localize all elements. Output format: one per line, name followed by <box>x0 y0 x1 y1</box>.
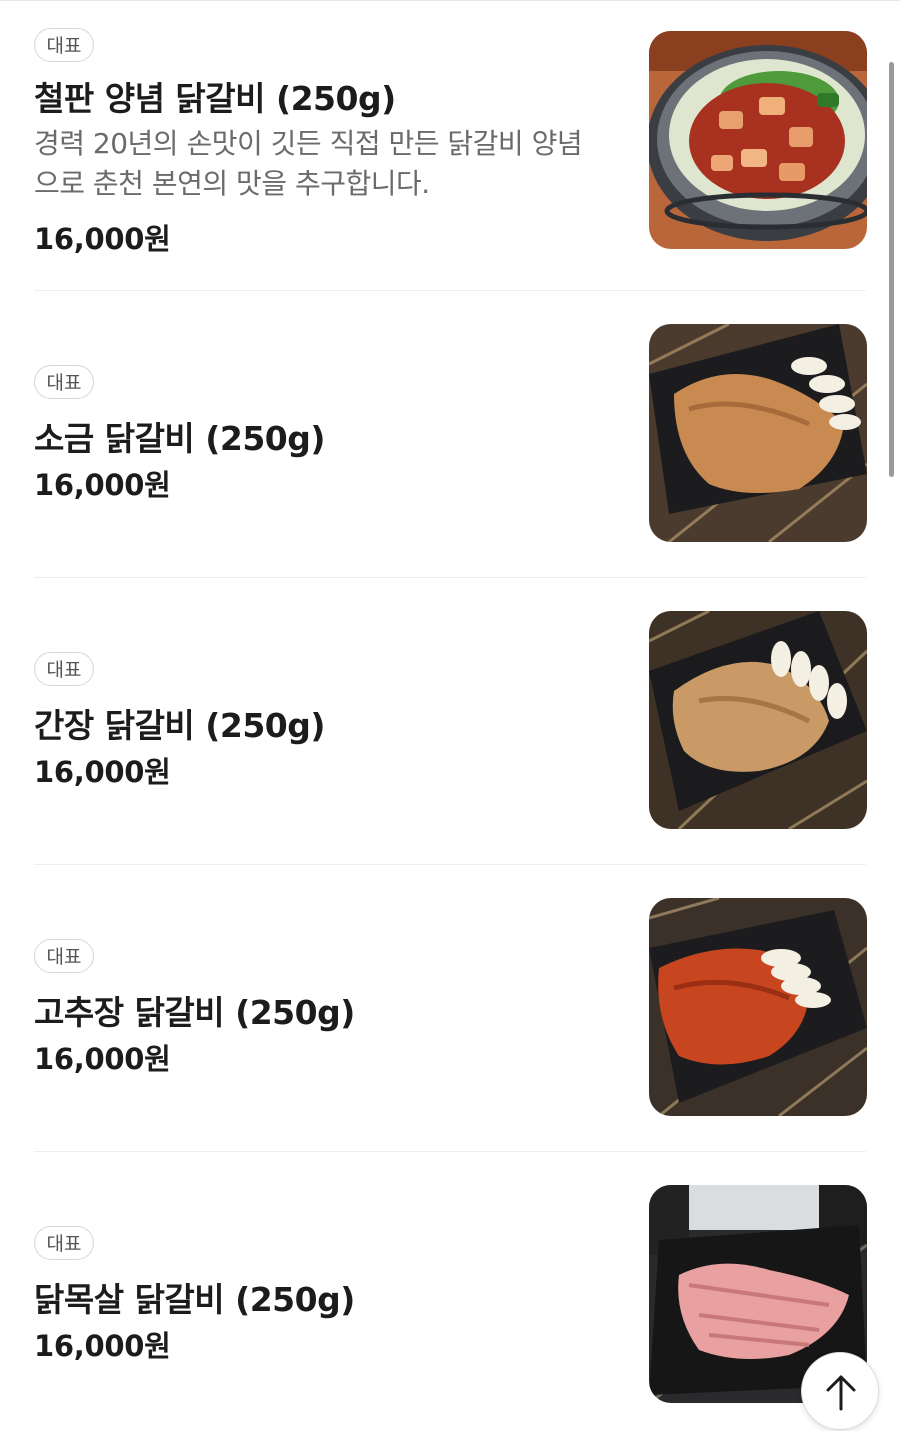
menu-divider <box>34 1151 866 1152</box>
menu-item-price: 16,000원 <box>34 1042 171 1076</box>
menu-item-description-line: 으로 춘천 본연의 맛을 추구합니다. <box>34 167 430 200</box>
food-photo-illustration <box>649 898 867 1116</box>
menu-item-name: 간장 닭갈비 (250g) <box>34 706 325 745</box>
menu-item-price: 16,000원 <box>34 222 171 256</box>
menu-item-description-line: 경력 20년의 손맛이 깃든 직접 만든 닭갈비 양념 <box>34 127 583 160</box>
food-photo-illustration <box>649 31 867 249</box>
menu-item[interactable]: 대표 철판 양념 닭갈비 (250g) 경력 20년의 손맛이 깃든 직접 만든… <box>34 28 867 258</box>
menu-item-name: 철판 양념 닭갈비 (250g) <box>34 79 396 118</box>
soy-dakgalbi-photo[interactable] <box>649 611 867 829</box>
food-photo-illustration <box>649 324 867 542</box>
scrollbar-thumb[interactable] <box>889 62 894 477</box>
spicy-dakgalbi-photo[interactable] <box>649 31 867 249</box>
menu-item-price: 16,000원 <box>34 755 171 789</box>
top-divider <box>0 0 900 1</box>
menu-item-price: 16,000원 <box>34 1329 171 1363</box>
signature-badge: 대표 <box>34 939 94 973</box>
arrow-up-icon <box>826 1375 856 1411</box>
menu-item-name: 닭목살 닭갈비 (250g) <box>34 1280 355 1319</box>
menu-item[interactable]: 대표 간장 닭갈비 (250g) 16,000원 <box>34 609 867 831</box>
menu-item-name: 소금 닭갈비 (250g) <box>34 419 325 458</box>
signature-badge: 대표 <box>34 365 94 399</box>
signature-badge: 대표 <box>34 28 94 62</box>
menu-item[interactable]: 대표 고추장 닭갈비 (250g) 16,000원 <box>34 896 867 1118</box>
food-photo-illustration <box>649 611 867 829</box>
menu-divider <box>34 864 866 865</box>
gochujang-dakgalbi-photo[interactable] <box>649 898 867 1116</box>
scroll-to-top-button[interactable] <box>801 1352 879 1430</box>
menu-item[interactable]: 대표 소금 닭갈비 (250g) 16,000원 <box>34 322 867 544</box>
signature-badge: 대표 <box>34 652 94 686</box>
menu-divider <box>34 290 866 291</box>
signature-badge: 대표 <box>34 1226 94 1260</box>
menu-item-description: 경력 20년의 손맛이 깃든 직접 만든 닭갈비 양념 으로 춘천 본연의 맛을… <box>34 124 614 204</box>
menu-divider <box>34 577 866 578</box>
menu-item-price: 16,000원 <box>34 468 171 502</box>
salt-dakgalbi-photo[interactable] <box>649 324 867 542</box>
menu-item-name: 고추장 닭갈비 (250g) <box>34 993 355 1032</box>
menu-item[interactable]: 대표 닭목살 닭갈비 (250g) 16,000원 <box>34 1183 867 1405</box>
